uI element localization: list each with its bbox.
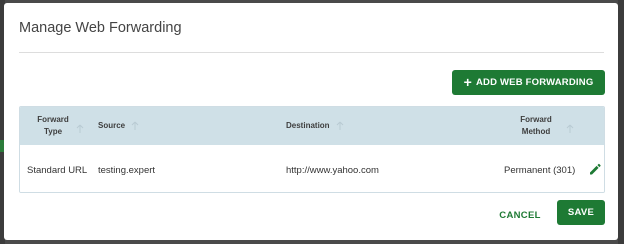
column-header-label: Forward xyxy=(37,115,69,124)
forward-type-cell: Standard URL xyxy=(27,165,88,176)
column-header-label: Forward xyxy=(520,115,552,124)
sort-arrow-icon[interactable] xyxy=(336,121,344,131)
column-header-destination[interactable]: Destination xyxy=(286,120,344,132)
column-header-label: Destination xyxy=(286,121,330,130)
add-web-forwarding-label: ADD WEB FORWARDING xyxy=(475,77,594,88)
column-header-forward-method[interactable]: Forward Method xyxy=(514,114,558,138)
column-header-label: Type xyxy=(43,127,63,136)
save-button[interactable]: SAVE xyxy=(557,200,605,225)
manage-web-forwarding-dialog: Manage Web Forwarding + ADD WEB FORWARDI… xyxy=(4,3,618,240)
dialog-title: Manage Web Forwarding xyxy=(19,20,182,36)
column-header-label: Method xyxy=(521,127,551,136)
divider xyxy=(19,52,604,53)
column-header-label: Source xyxy=(98,121,126,130)
forward-method-cell: Permanent (301) xyxy=(504,165,576,176)
column-header-source[interactable]: Source xyxy=(98,120,139,132)
source-cell: testing.expert xyxy=(98,165,156,176)
pencil-edit-icon[interactable] xyxy=(588,162,602,176)
column-header-forward-type[interactable]: Forward Type xyxy=(28,114,78,138)
plus-icon: + xyxy=(463,74,472,90)
sort-arrow-icon[interactable] xyxy=(76,121,84,139)
sort-arrow-icon[interactable] xyxy=(566,121,574,139)
destination-cell: http://www.yahoo.com xyxy=(286,165,379,176)
table-header: Forward Type Source Destination Forward … xyxy=(20,107,604,145)
sort-arrow-icon[interactable] xyxy=(131,121,139,131)
web-forwarding-table: Forward Type Source Destination Forward … xyxy=(19,106,605,193)
cancel-button[interactable]: CANCEL xyxy=(492,204,548,226)
table-row: Standard URL testing.expert http://www.y… xyxy=(20,145,604,192)
add-web-forwarding-button[interactable]: + ADD WEB FORWARDING xyxy=(452,70,605,95)
backdrop xyxy=(618,0,624,244)
